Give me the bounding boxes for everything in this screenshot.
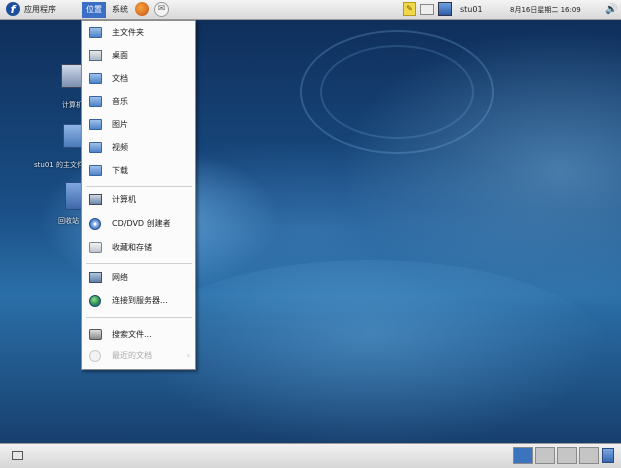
- wallpaper-light-rays: [130, 260, 610, 443]
- fedora-logo-icon[interactable]: f: [6, 2, 20, 16]
- trash-applet-icon[interactable]: [602, 448, 614, 463]
- menu-item-desktop[interactable]: 桌面: [86, 47, 192, 65]
- menu-item-pictures[interactable]: 图片: [86, 116, 192, 134]
- globe-icon: [89, 295, 101, 307]
- menu-item-label: 图片: [112, 120, 128, 129]
- home-folder-icon: [89, 27, 102, 38]
- menu-item-documents[interactable]: 文档: [86, 70, 192, 88]
- places-menu-button[interactable]: 位置: [82, 2, 106, 18]
- menu-separator: [86, 263, 192, 264]
- menu-item-label: 最近的文档: [112, 351, 152, 360]
- browser-launcher-icon[interactable]: [135, 2, 149, 16]
- menu-item-label: 收藏和存储: [112, 243, 152, 252]
- system-menu[interactable]: 系统: [112, 3, 128, 17]
- folder-icon: [89, 96, 102, 107]
- disc-icon: [89, 218, 101, 230]
- menu-item-cd-dvd-creator[interactable]: CD/DVD 创建者: [86, 215, 192, 233]
- recent-icon: [89, 350, 101, 362]
- network-tray-icon[interactable]: [438, 2, 452, 16]
- menu-item-label: 搜索文件...: [112, 330, 152, 339]
- menu-item-network[interactable]: 网络: [86, 269, 192, 287]
- workspace-1[interactable]: [513, 447, 533, 464]
- workspace-3[interactable]: [557, 447, 577, 464]
- menu-item-label: 视频: [112, 143, 128, 152]
- network-icon: [89, 272, 102, 283]
- applications-menu[interactable]: 应用程序: [24, 3, 56, 17]
- menu-item-computer[interactable]: 计算机: [86, 191, 192, 209]
- menu-item-connect-to-server[interactable]: 连接到服务器...: [86, 292, 192, 310]
- folder-icon: [89, 73, 102, 84]
- workspace-4[interactable]: [579, 447, 599, 464]
- menu-item-recent-documents[interactable]: 最近的文档 ›: [86, 347, 192, 365]
- menu-separator: [86, 186, 192, 187]
- menu-item-label: 下载: [112, 166, 128, 175]
- menu-item-label: CD/DVD 创建者: [112, 219, 171, 228]
- volume-icon[interactable]: 🔊: [605, 3, 617, 17]
- places-dropdown-menu: 主文件夹 桌面 文档 音乐 图片 视频 下载 计算机 CD/DVD 创建者 收藏…: [81, 20, 196, 370]
- menu-item-label: 连接到服务器...: [112, 296, 168, 305]
- folder-icon: [89, 142, 102, 153]
- menu-item-downloads[interactable]: 下载: [86, 162, 192, 180]
- folder-icon: [89, 165, 102, 176]
- menu-item-search-files[interactable]: 搜索文件...: [86, 326, 192, 344]
- submenu-arrow-icon: ›: [186, 351, 190, 360]
- burn-icon: [89, 242, 102, 253]
- mail-tray-icon[interactable]: [420, 4, 434, 15]
- menu-item-videos[interactable]: 视频: [86, 139, 192, 157]
- menu-item-music[interactable]: 音乐: [86, 93, 192, 111]
- show-desktop-icon[interactable]: [12, 451, 23, 460]
- wallpaper-swirl-inner: [320, 45, 474, 139]
- menu-item-label: 计算机: [112, 195, 136, 204]
- menu-item-label: 网络: [112, 273, 128, 282]
- computer-icon: [89, 194, 102, 205]
- notes-tray-icon[interactable]: ✎: [403, 2, 416, 16]
- username-label[interactable]: stu01: [460, 3, 483, 17]
- menu-item-burn[interactable]: 收藏和存储: [86, 239, 192, 257]
- mail-launcher-icon[interactable]: ✉: [154, 2, 169, 17]
- menu-item-home-folder[interactable]: 主文件夹: [86, 24, 192, 42]
- menu-separator: [86, 317, 192, 318]
- folder-icon: [89, 119, 102, 130]
- menu-item-label: 桌面: [112, 51, 128, 60]
- desktop-icon: [89, 50, 102, 61]
- clock[interactable]: 8月16日星期二 16:09: [510, 3, 581, 17]
- menu-item-label: 主文件夹: [112, 28, 144, 37]
- workspace-2[interactable]: [535, 447, 555, 464]
- menu-item-label: 音乐: [112, 97, 128, 106]
- top-panel: f 应用程序 位置 系统 ✉ ✎ stu01 8月16日星期二 16:09 🔊: [0, 0, 621, 20]
- search-icon: [89, 329, 102, 340]
- bottom-panel: [0, 443, 621, 468]
- menu-item-label: 文档: [112, 74, 128, 83]
